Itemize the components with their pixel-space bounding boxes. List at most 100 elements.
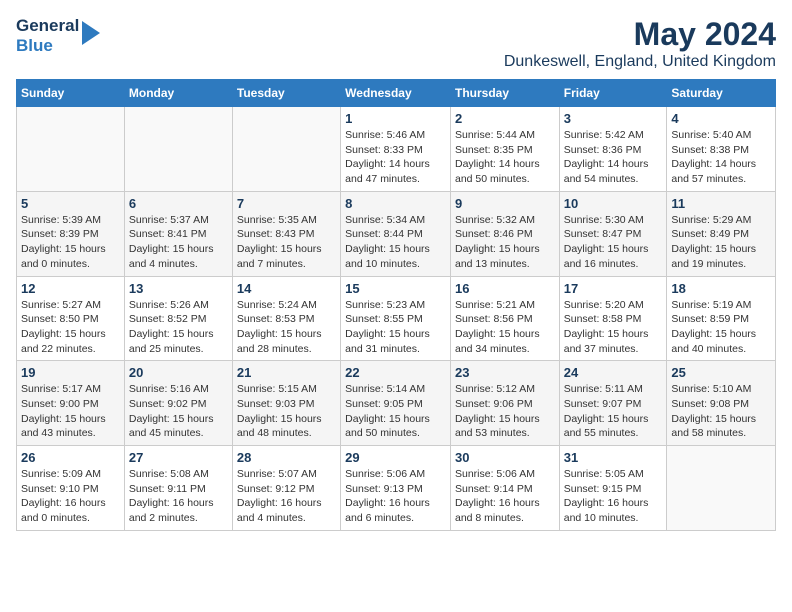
day-number: 4 [671, 111, 771, 126]
calendar-cell [667, 446, 776, 531]
day-number: 5 [21, 196, 120, 211]
day-number: 27 [129, 450, 228, 465]
calendar-week-row: 19Sunrise: 5:17 AMSunset: 9:00 PMDayligh… [17, 361, 776, 446]
day-number: 7 [237, 196, 336, 211]
col-header-tuesday: Tuesday [232, 80, 340, 107]
day-info: Sunrise: 5:06 AMSunset: 9:14 PMDaylight:… [455, 467, 555, 526]
calendar-week-row: 26Sunrise: 5:09 AMSunset: 9:10 PMDayligh… [17, 446, 776, 531]
calendar-cell: 17Sunrise: 5:20 AMSunset: 8:58 PMDayligh… [559, 276, 667, 361]
day-number: 18 [671, 281, 771, 296]
calendar-cell: 11 Sunrise: 5:29 AMSunset: 8:49 PMDayligh… [667, 191, 776, 276]
calendar-cell: 30Sunrise: 5:06 AMSunset: 9:14 PMDayligh… [450, 446, 559, 531]
day-number: 25 [671, 365, 771, 380]
calendar-cell: 10 Sunrise: 5:30 AMSunset: 8:47 PMDayligh… [559, 191, 667, 276]
calendar-cell: 8 Sunrise: 5:34 AMSunset: 8:44 PMDaylight… [341, 191, 451, 276]
day-number: 28 [237, 450, 336, 465]
day-number: 15 [345, 281, 446, 296]
calendar-cell: 3Sunrise: 5:42 AMSunset: 8:36 PMDaylight… [559, 107, 667, 192]
col-header-sunday: Sunday [17, 80, 125, 107]
calendar-cell: 21 Sunrise: 5:15 AMSunset: 9:03 PMDayligh… [232, 361, 340, 446]
day-info: Sunrise: 5:15 AMSunset: 9:03 PMDaylight:… [237, 382, 336, 441]
logo-arrow-icon [82, 21, 100, 45]
day-info: Sunrise: 5:08 AMSunset: 9:11 PMDaylight:… [129, 467, 228, 526]
day-number: 21 [237, 365, 336, 380]
day-info: Sunrise: 5:37 AMSunset: 8:41 PMDaylight:… [129, 213, 228, 272]
calendar-cell: 16 Sunrise: 5:21 AMSunset: 8:56 PMDayligh… [450, 276, 559, 361]
calendar-cell [124, 107, 232, 192]
calendar-cell: 22 Sunrise: 5:14 AMSunset: 9:05 PMDayligh… [341, 361, 451, 446]
day-info: Sunrise: 5:05 AMSunset: 9:15 PMDaylight:… [564, 467, 663, 526]
calendar-cell: 1 Sunrise: 5:46 AMSunset: 8:33 PMDaylight… [341, 107, 451, 192]
day-number: 16 [455, 281, 555, 296]
day-info: Sunrise: 5:21 AMSunset: 8:56 PMDaylight:… [455, 298, 555, 357]
day-info: Sunrise: 5:35 AMSunset: 8:43 PMDaylight:… [237, 213, 336, 272]
day-info: Sunrise: 5:06 AMSunset: 9:13 PMDaylight:… [345, 467, 446, 526]
calendar-cell: 20 Sunrise: 5:16 AMSunset: 9:02 PMDayligh… [124, 361, 232, 446]
calendar-cell: 18 Sunrise: 5:19 AMSunset: 8:59 PMDayligh… [667, 276, 776, 361]
day-number: 31 [564, 450, 663, 465]
calendar-cell: 2 Sunrise: 5:44 AMSunset: 8:35 PMDaylight… [450, 107, 559, 192]
calendar-cell: 29Sunrise: 5:06 AMSunset: 9:13 PMDayligh… [341, 446, 451, 531]
day-number: 20 [129, 365, 228, 380]
calendar-cell: 25 Sunrise: 5:10 AMSunset: 9:08 PMDayligh… [667, 361, 776, 446]
calendar-cell: 23Sunrise: 5:12 AMSunset: 9:06 PMDayligh… [450, 361, 559, 446]
day-info: Sunrise: 5:24 AMSunset: 8:53 PMDaylight:… [237, 298, 336, 357]
day-info: Sunrise: 5:27 AMSunset: 8:50 PMDaylight:… [21, 298, 120, 357]
calendar-cell: 27 Sunrise: 5:08 AMSunset: 9:11 PMDayligh… [124, 446, 232, 531]
day-info: Sunrise: 5:30 AMSunset: 8:47 PMDaylight:… [564, 213, 663, 272]
day-info: Sunrise: 5:23 AMSunset: 8:55 PMDaylight:… [345, 298, 446, 357]
day-info: Sunrise: 5:44 AMSunset: 8:35 PMDaylight:… [455, 128, 555, 187]
logo: General Blue [16, 16, 100, 55]
day-info: Sunrise: 5:46 AMSunset: 8:33 PMDaylight:… [345, 128, 446, 187]
day-number: 8 [345, 196, 446, 211]
calendar-week-row: 12 Sunrise: 5:27 AMSunset: 8:50 PMDayligh… [17, 276, 776, 361]
col-header-thursday: Thursday [450, 80, 559, 107]
calendar-cell: 4Sunrise: 5:40 AMSunset: 8:38 PMDaylight… [667, 107, 776, 192]
location-title: Dunkeswell, England, United Kingdom [504, 53, 776, 71]
day-number: 19 [21, 365, 120, 380]
day-number: 17 [564, 281, 663, 296]
day-info: Sunrise: 5:14 AMSunset: 9:05 PMDaylight:… [345, 382, 446, 441]
day-info: Sunrise: 5:16 AMSunset: 9:02 PMDaylight:… [129, 382, 228, 441]
day-number: 24 [564, 365, 663, 380]
day-number: 22 [345, 365, 446, 380]
day-number: 2 [455, 111, 555, 126]
day-info: Sunrise: 5:09 AMSunset: 9:10 PMDaylight:… [21, 467, 120, 526]
day-info: Sunrise: 5:11 AMSunset: 9:07 PMDaylight:… [564, 382, 663, 441]
calendar-cell: 14 Sunrise: 5:24 AMSunset: 8:53 PMDayligh… [232, 276, 340, 361]
calendar-cell: 9Sunrise: 5:32 AMSunset: 8:46 PMDaylight… [450, 191, 559, 276]
col-header-saturday: Saturday [667, 80, 776, 107]
calendar-cell: 6 Sunrise: 5:37 AMSunset: 8:41 PMDaylight… [124, 191, 232, 276]
day-info: Sunrise: 5:10 AMSunset: 9:08 PMDaylight:… [671, 382, 771, 441]
calendar-table: SundayMondayTuesdayWednesdayThursdayFrid… [16, 79, 776, 531]
calendar-week-row: 1 Sunrise: 5:46 AMSunset: 8:33 PMDaylight… [17, 107, 776, 192]
day-number: 10 [564, 196, 663, 211]
title-block: May 2024 Dunkeswell, England, United Kin… [504, 16, 776, 71]
calendar-cell: 7 Sunrise: 5:35 AMSunset: 8:43 PMDaylight… [232, 191, 340, 276]
month-title: May 2024 [504, 16, 776, 53]
day-number: 9 [455, 196, 555, 211]
day-info: Sunrise: 5:34 AMSunset: 8:44 PMDaylight:… [345, 213, 446, 272]
day-number: 13 [129, 281, 228, 296]
calendar-cell: 15 Sunrise: 5:23 AMSunset: 8:55 PMDayligh… [341, 276, 451, 361]
calendar-cell: 5 Sunrise: 5:39 AMSunset: 8:39 PMDaylight… [17, 191, 125, 276]
col-header-friday: Friday [559, 80, 667, 107]
day-number: 12 [21, 281, 120, 296]
calendar-header-row: SundayMondayTuesdayWednesdayThursdayFrid… [17, 80, 776, 107]
day-number: 6 [129, 196, 228, 211]
day-info: Sunrise: 5:19 AMSunset: 8:59 PMDaylight:… [671, 298, 771, 357]
calendar-cell: 19Sunrise: 5:17 AMSunset: 9:00 PMDayligh… [17, 361, 125, 446]
day-info: Sunrise: 5:29 AMSunset: 8:49 PMDaylight:… [671, 213, 771, 272]
day-info: Sunrise: 5:12 AMSunset: 9:06 PMDaylight:… [455, 382, 555, 441]
calendar-cell [232, 107, 340, 192]
calendar-cell: 26Sunrise: 5:09 AMSunset: 9:10 PMDayligh… [17, 446, 125, 531]
calendar-cell: 24 Sunrise: 5:11 AMSunset: 9:07 PMDayligh… [559, 361, 667, 446]
page-header: General Blue May 2024 Dunkeswell, Englan… [16, 16, 776, 71]
logo-line2: Blue [16, 36, 79, 56]
day-info: Sunrise: 5:39 AMSunset: 8:39 PMDaylight:… [21, 213, 120, 272]
calendar-cell [17, 107, 125, 192]
day-number: 11 [671, 196, 771, 211]
calendar-week-row: 5 Sunrise: 5:39 AMSunset: 8:39 PMDaylight… [17, 191, 776, 276]
day-number: 14 [237, 281, 336, 296]
day-number: 1 [345, 111, 446, 126]
